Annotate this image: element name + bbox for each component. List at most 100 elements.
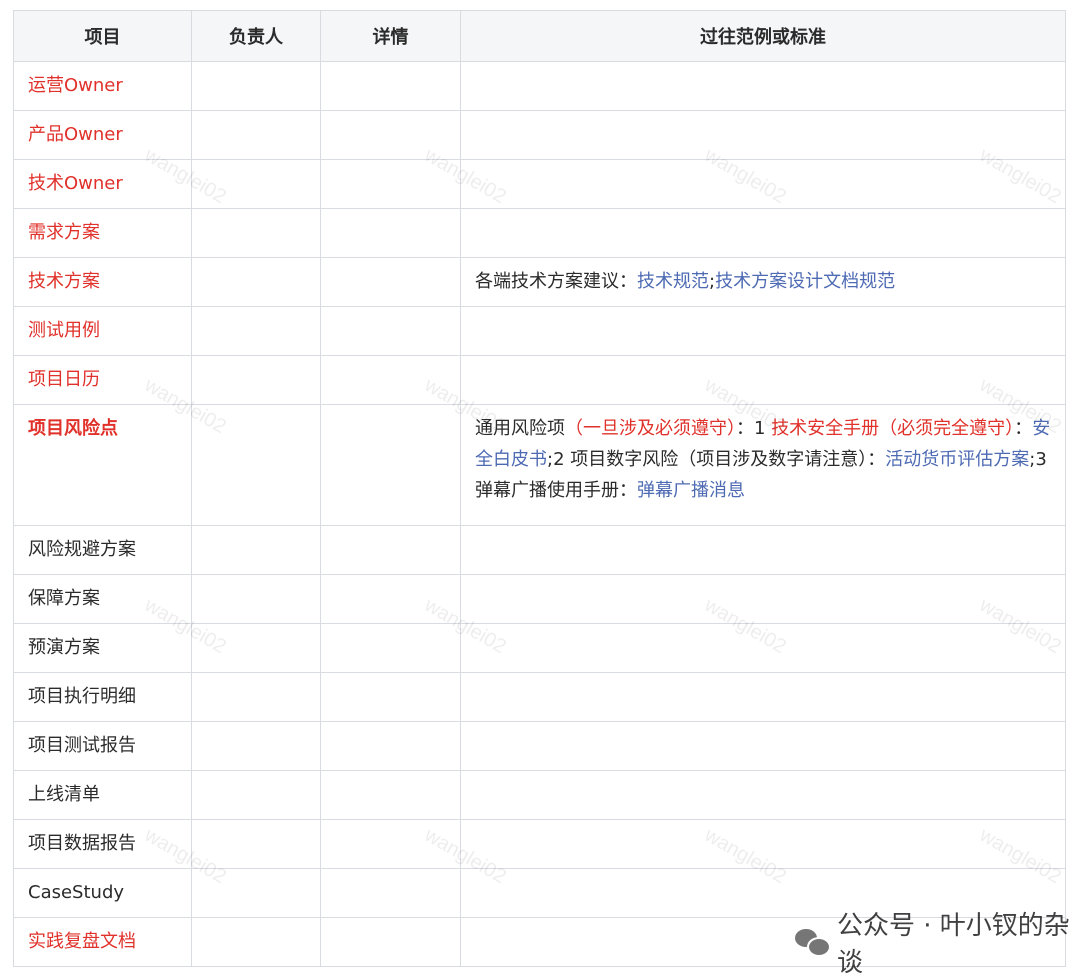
row-detail [321,62,461,111]
row-item: 预演方案 [14,624,192,673]
row-item: 测试用例 [14,307,192,356]
row-detail [321,869,461,918]
currency-assessment-link[interactable]: 活动货币评估方案 [885,449,1029,470]
table-row: 技术方案 各端技术方案建议：技术规范;技术方案设计文档规范 [14,258,1066,307]
tech-design-doc-link[interactable]: 技术方案设计文档规范 [715,271,895,292]
row-item: 运营Owner [14,62,192,111]
table-row: 产品Owner [14,111,1066,160]
row-example [461,526,1066,575]
row-item: 项目执行明细 [14,673,192,722]
table-row: 项目测试报告 [14,722,1066,771]
row-example [461,111,1066,160]
row-owner [192,209,321,258]
row-item: 项目数据报告 [14,820,192,869]
table-row: 上线清单 [14,771,1066,820]
row-detail [321,160,461,209]
row-example [461,722,1066,771]
tech-spec-link[interactable]: 技术规范 [637,271,709,292]
row-detail [321,820,461,869]
row-owner [192,258,321,307]
row-owner [192,722,321,771]
wechat-icon [795,927,827,957]
row-detail [321,111,461,160]
security-manual-text: 技术安全手册（必须完全遵守） [771,418,1014,439]
row-example [461,820,1066,869]
row-item: 保障方案 [14,575,192,624]
header-owner: 负责人 [192,11,321,62]
barrage-broadcast-link[interactable]: 弹幕广播消息 [637,480,745,501]
table-row: 项目执行明细 [14,673,1066,722]
row-owner [192,307,321,356]
row-item: 项目日历 [14,356,192,405]
example-text: 各端技术方案建议： [475,271,637,292]
row-item: 风险规避方案 [14,526,192,575]
row-owner [192,160,321,209]
row-item: 技术Owner [14,160,192,209]
row-example [461,160,1066,209]
header-details: 详情 [321,11,461,62]
table-row: 项目风险点 通用风险项（一旦涉及必须遵守）：1 技术安全手册（必须完全遵守）：安… [14,405,1066,526]
row-owner [192,526,321,575]
row-detail [321,673,461,722]
table-row: 预演方案 [14,624,1066,673]
row-owner [192,771,321,820]
header-item: 项目 [14,11,192,62]
table-row: 项目日历 [14,356,1066,405]
table-row: 技术Owner [14,160,1066,209]
row-detail [321,575,461,624]
row-item: 产品Owner [14,111,192,160]
row-owner [192,405,321,526]
row-example [461,356,1066,405]
example-text: ： [1014,418,1032,439]
row-detail [321,624,461,673]
row-detail [321,258,461,307]
table-header-row: 项目 负责人 详情 过往范例或标准 [14,11,1066,62]
highlight-text: （一旦涉及必须遵守） [565,418,736,439]
account-name: 公众号 · 叶小钗的杂谈 [837,905,1080,979]
row-detail [321,526,461,575]
row-owner [192,918,321,967]
wechat-account-badge: 公众号 · 叶小钗的杂谈 [795,905,1080,979]
row-example [461,673,1066,722]
row-owner [192,575,321,624]
row-example: 通用风险项（一旦涉及必须遵守）：1 技术安全手册（必须完全遵守）：安全白皮书;2… [461,405,1066,526]
row-owner [192,62,321,111]
project-checklist-table: 项目 负责人 详情 过往范例或标准 运营Owner 产品Owner 技术Owne… [13,10,1066,967]
row-example: 各端技术方案建议：技术规范;技术方案设计文档规范 [461,258,1066,307]
row-owner [192,869,321,918]
row-detail [321,307,461,356]
table-row: 项目数据报告 [14,820,1066,869]
row-detail [321,209,461,258]
row-owner [192,624,321,673]
row-owner [192,356,321,405]
row-example [461,307,1066,356]
row-example [461,771,1066,820]
example-text: 通用风险项 [475,418,565,439]
row-detail [321,356,461,405]
row-example [461,209,1066,258]
table-row: 测试用例 [14,307,1066,356]
row-owner [192,673,321,722]
header-examples: 过往范例或标准 [461,11,1066,62]
table-row: 保障方案 [14,575,1066,624]
row-detail [321,722,461,771]
table-row: 需求方案 [14,209,1066,258]
table-row: 运营Owner [14,62,1066,111]
table-row: 风险规避方案 [14,526,1066,575]
row-item: 上线清单 [14,771,192,820]
row-item: 实践复盘文档 [14,918,192,967]
row-detail [321,771,461,820]
row-example [461,62,1066,111]
row-detail [321,405,461,526]
row-owner [192,820,321,869]
row-item: CaseStudy [14,869,192,918]
row-example [461,624,1066,673]
example-text: ：1 [736,418,771,439]
row-item: 技术方案 [14,258,192,307]
row-item: 需求方案 [14,209,192,258]
row-owner [192,111,321,160]
example-text: ;2 项目数字风险（项目涉及数字请注意）： [547,449,885,470]
row-detail [321,918,461,967]
row-item: 项目风险点 [14,405,192,526]
row-example [461,575,1066,624]
